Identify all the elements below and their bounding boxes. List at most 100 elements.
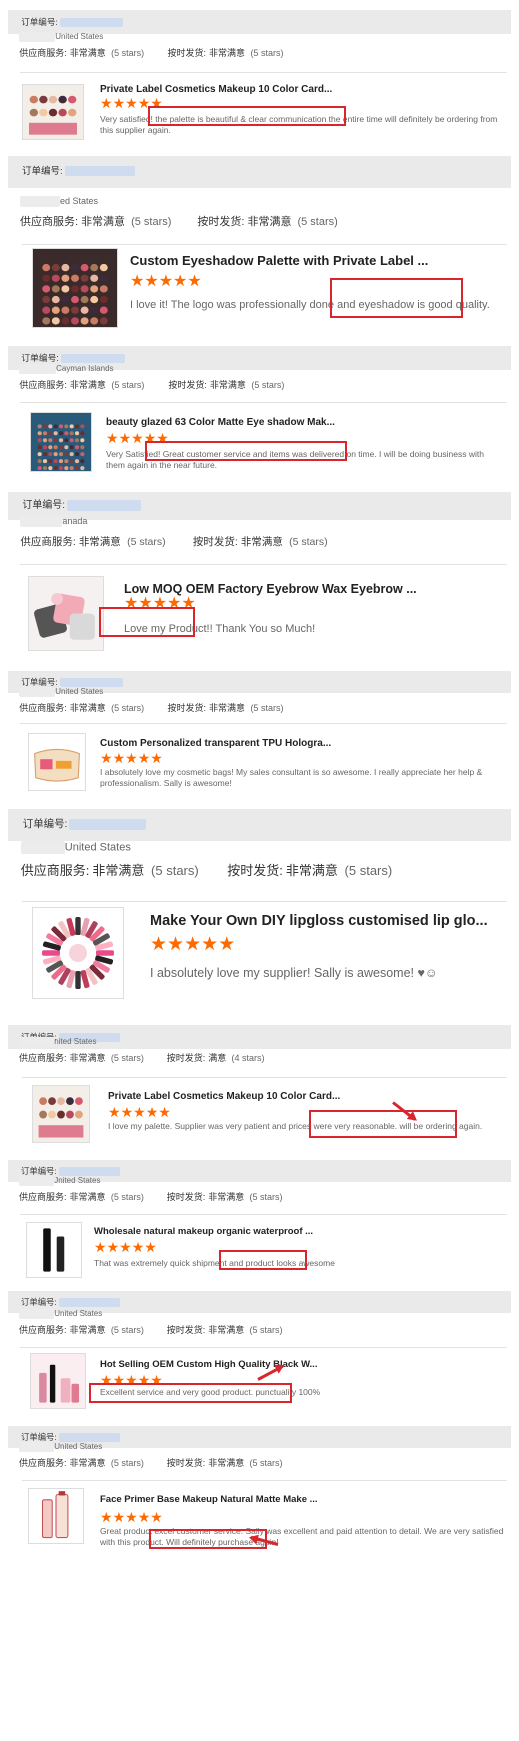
order-number-label: 订单编号: (21, 677, 58, 687)
on-time-shipping-label: 按时发货: (166, 1053, 206, 1063)
review-text: I absolutely love my cosmetic bags! My s… (100, 767, 483, 789)
product-thumbnail[interactable] (22, 84, 84, 140)
rating-row: 供应商服务: 非常满意 (5 stars) 按时发货: 非常满意 (5 stars) (8, 48, 511, 59)
order-number-redacted (64, 166, 135, 177)
buyer-country-row: United States (8, 32, 511, 42)
product-thumbnail[interactable] (30, 412, 92, 472)
buyer-name-redacted (19, 687, 56, 697)
product-thumbnail[interactable] (32, 1085, 90, 1143)
product-thumbnail[interactable] (28, 576, 104, 651)
order-number-redacted (67, 500, 141, 511)
section-divider (22, 1077, 507, 1078)
product-title-link[interactable]: Custom Personalized transparent TPU Holo… (100, 738, 331, 749)
star-rating: ★ ★ ★ ★ ★ (100, 96, 163, 110)
supplier-service-stars: (5 stars) (151, 863, 199, 878)
on-time-shipping-stars: (5 stars) (344, 863, 393, 878)
star-icon: ★ (143, 430, 157, 446)
product-thumbnail[interactable] (26, 1222, 82, 1278)
star-rating: ★ ★ ★ ★ ★ (124, 596, 196, 612)
star-icon: ★ (130, 273, 145, 290)
buyer-country: United States (55, 32, 104, 42)
order-header: 订单编号: (8, 809, 511, 841)
on-time-shipping-label: 按时发货: (167, 48, 207, 58)
star-icon: ★ (125, 750, 138, 766)
star-rating: ★ ★ ★ ★ ★ (100, 1510, 163, 1524)
review-text: That was extremely quick shipment and pr… (94, 1258, 335, 1268)
star-icon: ★ (100, 1372, 113, 1388)
product-title-link[interactable]: Low MOQ OEM Factory Eyebrow Wax Eyebrow … (124, 582, 417, 596)
buyer-name-redacted (20, 841, 65, 854)
product-thumbnail[interactable] (32, 248, 118, 328)
star-icon: ★ (131, 1239, 145, 1255)
order-number-label: 订单编号: (21, 1297, 57, 1307)
supplier-service-label: 供应商服务: (19, 703, 67, 713)
order-number-label: 订单编号: (21, 353, 59, 363)
section-divider (20, 564, 507, 565)
on-time-shipping-stars: (5 stars) (249, 1458, 283, 1468)
review-card: 订单编号: United States 供应商服务: 非常满意 (5 stars) 按时发… (8, 0, 511, 155)
on-time-shipping-stars: (5 stars) (250, 48, 284, 58)
order-number-redacted (60, 354, 126, 364)
section-divider (20, 402, 507, 403)
product-title-link[interactable]: beauty glazed 63 Color Matte Eye shadow … (106, 417, 335, 428)
star-icon: ★ (145, 1104, 159, 1120)
star-icon: ★ (144, 1239, 157, 1255)
star-icon: ★ (112, 95, 126, 111)
product-thumbnail[interactable] (30, 1353, 86, 1409)
star-icon: ★ (158, 1104, 171, 1120)
on-time-shipping-stars: (4 stars) (231, 1053, 265, 1063)
supplier-service-label: 供应商服务: (19, 1192, 67, 1202)
buyer-country-row: nited States (8, 1037, 511, 1047)
on-time-shipping-stars: (5 stars) (249, 1192, 283, 1202)
on-time-shipping-label: 按时发货: (166, 1192, 206, 1202)
supplier-service-value: 非常满意 (69, 1192, 106, 1202)
rating-row: 供应商服务: 非常满意 (5 stars) 按时发货: 非常满意 (5 stars) (8, 703, 511, 714)
star-rating: ★ ★ ★ ★ ★ (106, 431, 169, 445)
star-icon: ★ (100, 1509, 113, 1525)
star-icon: ★ (94, 1239, 107, 1255)
review-card: 订单编号:nited States供应商服务:非常满意(5 stars)按时发货… (8, 1013, 511, 1153)
star-icon: ★ (124, 595, 139, 612)
supplier-service-label: 供应商服务: (19, 380, 67, 390)
buyer-country-row: Jnited States (8, 1176, 511, 1186)
star-icon: ★ (150, 1509, 163, 1525)
star-icon: ★ (201, 934, 219, 955)
order-number-label: 订单编号: (21, 1166, 57, 1176)
on-time-shipping-stars: (5 stars) (297, 216, 338, 228)
buyer-country-row: ed States (8, 196, 511, 208)
product-title-link[interactable]: Face Primer Base Makeup Natural Matte Ma… (100, 1494, 318, 1505)
star-icon: ★ (173, 273, 188, 290)
buyer-country-row: anada (8, 516, 511, 528)
order-header: 订单编号: (8, 156, 511, 188)
product-title-link[interactable]: Make Your Own DIY lipgloss customised li… (150, 913, 488, 929)
on-time-shipping-label: 按时发货: (168, 380, 207, 390)
product-thumbnail[interactable] (28, 1488, 84, 1544)
star-icon: ★ (131, 430, 144, 446)
product-thumbnail[interactable] (32, 907, 124, 999)
product-title-link[interactable]: Private Label Cosmetics Makeup 10 Color … (108, 1091, 340, 1102)
supplier-service-stars: (5 stars) (110, 1458, 144, 1468)
rating-row: 供应商服务: 非常满意 (5 stars) 按时发货: 非常满意 (5 stars) (8, 1192, 511, 1203)
buyer-country-row: United States (8, 841, 511, 855)
product-thumbnail[interactable] (28, 733, 86, 791)
supplier-service-value: 非常满意 (92, 863, 145, 878)
section-divider (20, 72, 507, 73)
buyer-name-redacted (19, 364, 57, 374)
buyer-country-row: United States (8, 687, 511, 697)
product-title-link[interactable]: Wholesale natural makeup organic waterpr… (94, 1226, 313, 1237)
section-divider (20, 723, 507, 724)
product-title-link[interactable]: Custom Eyeshadow Palette with Private La… (130, 253, 428, 268)
rating-row: 供应商服务: 非常满意 (5 stars) 按时发货: 非常满意 (5 stars) (8, 536, 511, 549)
product-title-link[interactable]: Private Label Cosmetics Makeup 10 Color … (100, 84, 332, 95)
star-rating: ★ ★ ★ ★ ★ (100, 1373, 163, 1387)
section-divider (22, 901, 507, 902)
supplier-service-label: 供应商服务: (19, 1325, 67, 1335)
on-time-shipping-label: 按时发货: (166, 1325, 206, 1335)
star-icon: ★ (138, 595, 153, 612)
star-icon: ★ (108, 1104, 121, 1120)
on-time-shipping-value: 非常满意 (240, 536, 283, 548)
buyer-country: nited States (54, 1037, 97, 1047)
order-header: 订单编号: (8, 10, 511, 34)
star-icon: ★ (137, 1509, 151, 1525)
star-icon: ★ (100, 750, 113, 766)
